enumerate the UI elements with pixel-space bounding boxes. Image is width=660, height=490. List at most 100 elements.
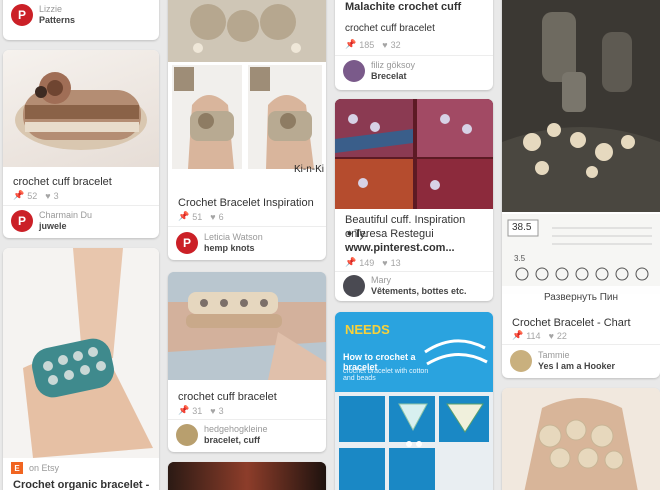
pin-footer[interactable]: P Charmain Du juwele <box>11 208 151 234</box>
divider <box>502 344 660 345</box>
pin-card[interactable] <box>168 462 326 490</box>
pin-image[interactable]: NEEDS How to crochet a bracelet crochet … <box>335 312 493 490</box>
divider <box>335 271 493 272</box>
pinterest-badge-icon: P <box>11 4 33 26</box>
like-count: 22 <box>556 330 567 341</box>
pin-footer[interactable]: P Lizzie Patterns <box>11 2 151 28</box>
pin-card[interactable]: NEEDS How to crochet a bracelet crochet … <box>335 312 493 490</box>
pin-card[interactable] <box>502 388 660 490</box>
expand-pin-label: Развернуть Пин <box>543 291 619 303</box>
pin-stats: 📌 114 ♥ 22 <box>512 330 567 341</box>
repin-count: 31 <box>192 405 203 416</box>
chart-label: 3.5 <box>514 254 526 263</box>
heart-icon: ♥ <box>210 211 216 222</box>
divider <box>3 205 159 206</box>
pinner-name[interactable]: Leticia Watson <box>204 232 263 243</box>
like-count: 32 <box>390 39 401 50</box>
pin-image-chart[interactable]: 38.5 3.5 <box>502 214 660 294</box>
like-count: 3 <box>53 190 59 201</box>
image-subheading: crochet bracelet with cotton and beads <box>343 368 429 382</box>
pin-title-link[interactable]: www.pinterest.com... <box>345 241 485 255</box>
divider <box>168 226 326 227</box>
pin-stats: 📌 51 ♥ 6 <box>178 211 224 222</box>
pin-title[interactable]: crochet cuff bracelet <box>178 390 318 404</box>
pin-footer[interactable]: Tammie Yes I am a Hooker <box>510 348 652 374</box>
repin-count: 51 <box>192 211 203 222</box>
chart-code: 38.5 <box>512 222 532 233</box>
like-count: 6 <box>218 211 224 222</box>
pin-footer[interactable]: filiz göksoy Brecelat <box>343 58 485 84</box>
avatar[interactable] <box>343 60 365 82</box>
pin-footer[interactable]: Mary Vêtements, bottes etc. <box>343 273 485 299</box>
repin-count: 114 <box>526 330 541 341</box>
pushpin-icon: 📌 <box>345 39 357 49</box>
pinner-name[interactable]: Tammie <box>538 350 615 361</box>
pin-image[interactable] <box>502 388 660 490</box>
heart-icon: ♥ <box>382 257 388 268</box>
like-count: 13 <box>390 257 401 268</box>
pin-card[interactable]: E on Etsy Crochet organic bracelet - <box>3 248 159 490</box>
pin-title[interactable]: crochet cuff bracelet <box>13 175 151 189</box>
pin-image[interactable] <box>3 248 159 458</box>
avatar[interactable] <box>176 424 198 446</box>
pushpin-icon: 📌 <box>345 257 357 267</box>
pinner-name[interactable]: Lizzie <box>39 4 75 15</box>
pinner-name[interactable]: Charmain Du <box>39 210 92 221</box>
divider <box>168 419 326 420</box>
pinterest-badge-icon: P <box>176 232 198 254</box>
repin-count: 149 <box>359 257 375 268</box>
pin-stats: 📌 31 ♥ 3 <box>178 405 224 416</box>
pin-header[interactable]: Malachite crochet cuff <box>345 0 485 14</box>
pin-title[interactable]: Crochet Bracelet Inspiration <box>178 196 318 210</box>
pin-card[interactable]: Ki-n-Ki Crochet Bracelet Inspiration 📌 51… <box>168 0 326 260</box>
heart-icon: ♥ <box>548 330 554 341</box>
pin-card[interactable]: crochet cuff bracelet 📌 31 ♥ 3 hedgehogkle… <box>168 272 326 452</box>
pin-image[interactable] <box>168 0 326 62</box>
expand-pin-button[interactable]: Развернуть Пин <box>502 286 660 308</box>
pin-image[interactable] <box>335 99 493 209</box>
board-name[interactable]: Brecelat <box>371 71 415 82</box>
pushpin-icon: 📌 <box>13 190 25 200</box>
board-name[interactable]: Patterns <box>39 15 75 26</box>
pinner-name[interactable]: hedgehogkleine <box>204 424 268 435</box>
heart-icon: ♥ <box>45 190 51 201</box>
pin-stats: 📌 185 ♥ 32 <box>345 39 401 50</box>
pin-image[interactable] <box>502 0 660 212</box>
pin-footer[interactable]: P Leticia Watson hemp knots <box>176 230 318 256</box>
pin-image[interactable] <box>3 50 159 167</box>
watermark-caption: Ki-n-Ki <box>293 164 324 175</box>
pin-source[interactable]: E on Etsy <box>11 460 151 476</box>
pin-image[interactable] <box>168 272 326 380</box>
pin-title[interactable]: Crochet Bracelet - Chart <box>512 316 652 330</box>
pushpin-icon: 📌 <box>178 405 190 415</box>
pinner-name[interactable]: filiz göksoy <box>371 60 415 71</box>
pin-card[interactable]: P Lizzie Patterns <box>3 0 159 40</box>
pin-card[interactable]: Malachite crochet cuff crochet cuff brac… <box>335 0 493 90</box>
pin-image[interactable] <box>168 462 326 490</box>
heart-icon: ♥ <box>382 39 388 50</box>
avatar[interactable] <box>510 350 532 372</box>
pin-title[interactable]: crochet cuff bracelet <box>345 22 485 36</box>
pin-title-line[interactable]: ➧Teresa Restegui <box>345 227 485 241</box>
pin-card[interactable]: Beautiful cuff. Inspiration only. ➧Teres… <box>335 99 493 301</box>
pin-stats: 📌 149 ♥ 13 <box>345 257 401 268</box>
pin-image-collage[interactable]: Ki-n-Ki <box>168 65 326 177</box>
pin-card[interactable]: crochet cuff bracelet 📌 52 ♥ 3 P Charmain … <box>3 50 159 238</box>
board-name[interactable]: Vêtements, bottes etc. <box>371 286 467 297</box>
pin-stats: 📌 52 ♥ 3 <box>13 190 59 201</box>
pinterest-badge-icon: P <box>11 210 33 232</box>
brand-logo: NEEDS <box>345 322 390 337</box>
avatar[interactable] <box>343 275 365 297</box>
board-name[interactable]: hemp knots <box>204 243 263 254</box>
pin-footer[interactable]: hedgehogkleine bracelet, cuff <box>176 422 318 448</box>
pin-card[interactable]: 38.5 3.5 Развернуть Пин Crochet Bracelet… <box>502 0 660 378</box>
like-count: 3 <box>218 405 224 416</box>
board-name[interactable]: juwele <box>39 221 92 232</box>
pushpin-icon: 📌 <box>512 330 524 340</box>
board-name[interactable]: bracelet, cuff <box>204 435 268 446</box>
heart-icon: ♥ <box>210 405 216 416</box>
source-label[interactable]: on Etsy <box>29 463 59 473</box>
board-name[interactable]: Yes I am a Hooker <box>538 361 615 372</box>
pin-title[interactable]: Crochet organic bracelet - <box>13 478 151 490</box>
pinner-name[interactable]: Mary <box>371 275 467 286</box>
